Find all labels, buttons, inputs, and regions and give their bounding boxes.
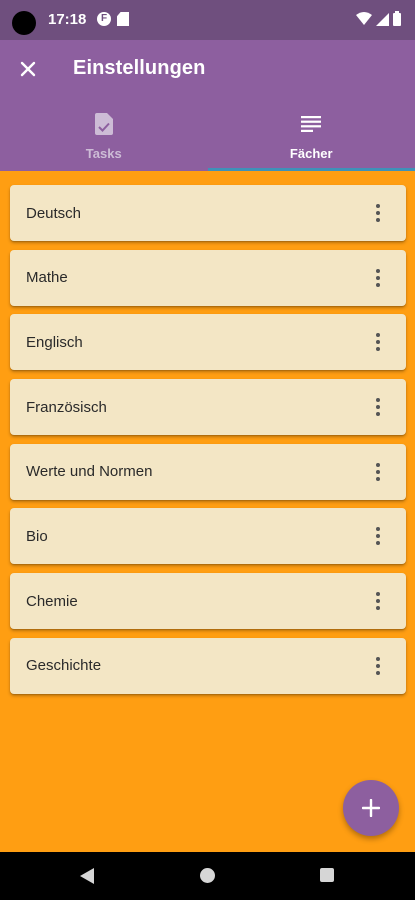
tab-faecher-label: Fächer — [289, 146, 333, 161]
list-item[interactable]: Deutsch — [10, 185, 406, 241]
add-icon — [362, 799, 380, 817]
status-time: 17:18 — [48, 11, 87, 28]
subject-label: Geschichte — [26, 657, 102, 675]
notification-f-icon: F — [97, 12, 111, 26]
signal-icon — [376, 12, 389, 26]
app-bar: Einstellungen Tasks Fächer — [0, 40, 415, 171]
subject-label: Deutsch — [26, 204, 82, 222]
active-tab-indicator — [207, 168, 415, 171]
list-item[interactable]: Werte und Normen — [10, 443, 406, 500]
more-options-button[interactable] — [368, 203, 388, 223]
page-title: Einstellungen — [73, 57, 206, 79]
back-triangle-icon[interactable] — [80, 868, 94, 884]
list-item[interactable]: Bio — [10, 508, 406, 565]
tab-faecher[interactable]: Fächer — [207, 102, 415, 171]
list-item[interactable]: Englisch — [10, 314, 406, 371]
list-item[interactable]: Mathe — [10, 249, 406, 306]
wifi-icon — [356, 11, 372, 25]
subject-label: Mathe — [26, 269, 68, 287]
status-bar: 17:18 F — [0, 0, 415, 40]
tab-tasks[interactable]: Tasks — [0, 102, 208, 171]
list-lines-icon — [301, 112, 322, 136]
task-document-icon — [94, 112, 113, 136]
more-options-button[interactable] — [368, 332, 388, 352]
add-subject-button[interactable] — [343, 780, 399, 836]
more-options-button[interactable] — [368, 526, 388, 546]
battery-icon — [393, 11, 401, 26]
sd-card-icon — [117, 12, 129, 26]
close-icon — [20, 61, 36, 77]
tab-bar: Tasks Fächer — [0, 102, 415, 171]
status-icons — [356, 11, 401, 26]
subject-label: Englisch — [26, 333, 83, 351]
more-options-button[interactable] — [368, 656, 388, 676]
subject-label: Chemie — [26, 592, 78, 610]
list-item[interactable]: Französisch — [10, 379, 406, 436]
home-circle-icon[interactable] — [200, 868, 215, 883]
subject-label: Französisch — [26, 398, 107, 416]
system-nav-bar — [0, 852, 415, 900]
camera-cutout — [12, 11, 36, 35]
close-button[interactable] — [14, 55, 42, 83]
list-item[interactable]: Geschichte — [10, 637, 406, 694]
subject-label: Bio — [26, 527, 48, 545]
recents-square-icon[interactable] — [320, 868, 334, 882]
more-options-button[interactable] — [368, 268, 388, 288]
list-item[interactable]: Chemie — [10, 573, 406, 630]
subject-label: Werte und Normen — [26, 463, 153, 481]
more-options-button[interactable] — [368, 397, 388, 417]
subject-list: Deutsch Mathe Englisch Französisch Werte… — [10, 185, 406, 703]
more-options-button[interactable] — [368, 591, 388, 611]
tab-tasks-label: Tasks — [85, 146, 122, 161]
more-options-button[interactable] — [368, 462, 388, 482]
